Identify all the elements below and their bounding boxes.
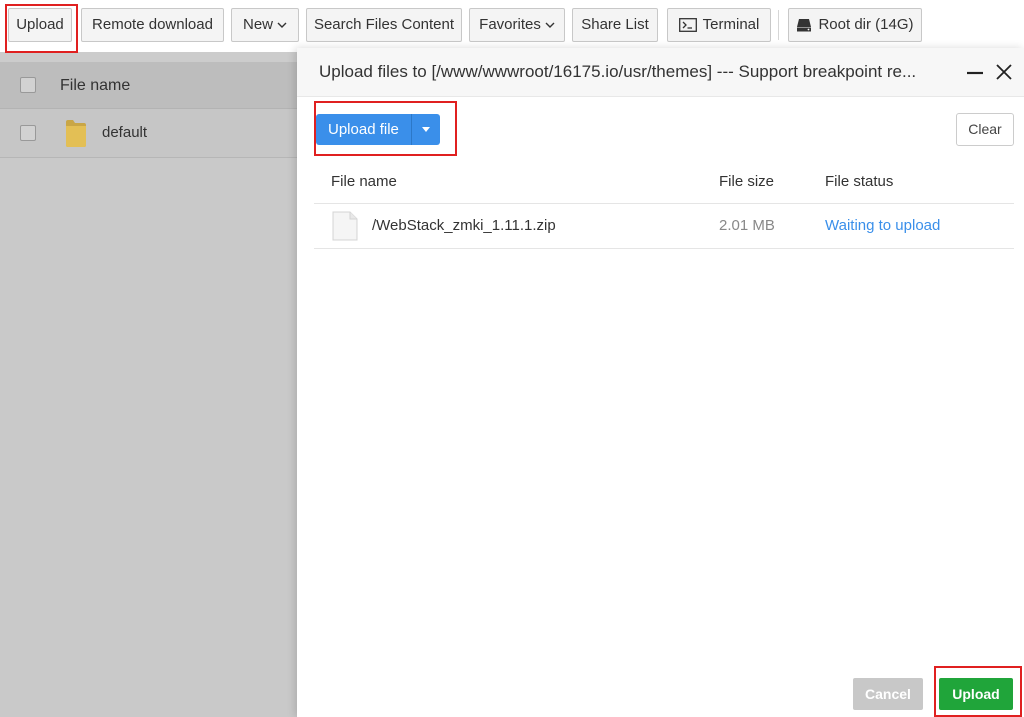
share-list-label: Share List: [581, 16, 649, 33]
terminal-button[interactable]: Terminal: [667, 8, 771, 42]
share-list-button[interactable]: Share List: [572, 8, 658, 42]
upload-file-highlight-box: [314, 101, 457, 156]
chevron-down-icon: [545, 22, 555, 29]
root-dir-label: Root dir (14G): [818, 16, 914, 33]
file-name-column: File name: [331, 173, 397, 190]
toolbar-divider: [778, 10, 779, 40]
terminal-label: Terminal: [702, 16, 760, 33]
clear-label: Clear: [968, 121, 1002, 137]
file-icon: [332, 211, 358, 241]
cancel-label: Cancel: [865, 686, 911, 702]
remote-download-button[interactable]: Remote download: [81, 8, 224, 42]
remote-download-label: Remote download: [92, 16, 213, 33]
search-files-label: Search Files Content: [313, 16, 455, 33]
clear-button[interactable]: Clear: [956, 113, 1014, 146]
file-name: default: [102, 124, 148, 141]
toolbar: Upload Remote download New Search Files …: [0, 0, 1024, 52]
row-checkbox[interactable]: [20, 125, 36, 141]
table-row: /WebStack_zmki_1.11.1.zip 2.01 MB Waitin…: [314, 204, 1014, 249]
dialog-title: Upload files to [/www/wwwroot/16175.io/u…: [319, 62, 917, 81]
file-list: File name default: [0, 62, 300, 717]
favorites-dropdown-button[interactable]: Favorites: [469, 8, 565, 42]
disk-icon: [797, 19, 812, 32]
file-list-header: File name: [0, 62, 300, 109]
search-files-content-button[interactable]: Search Files Content: [306, 8, 462, 42]
chevron-down-icon: [277, 22, 287, 29]
upload-confirm-highlight-box: [934, 666, 1022, 717]
favorites-label: Favorites: [479, 16, 541, 33]
upload-file-size: 2.01 MB: [719, 217, 775, 234]
upload-dialog: Upload files to [/www/wwwroot/16175.io/u…: [297, 48, 1024, 717]
list-item[interactable]: default: [0, 109, 300, 158]
cancel-button[interactable]: Cancel: [853, 678, 923, 710]
file-status-column: File status: [825, 173, 894, 190]
close-icon[interactable]: [994, 62, 1014, 82]
upload-file-status: Waiting to upload: [825, 217, 941, 234]
upload-table-header: File name File size File status: [314, 160, 1014, 204]
file-size-column: File size: [719, 173, 775, 190]
upload-file-name: /WebStack_zmki_1.11.1.zip: [372, 217, 556, 234]
select-all-checkbox[interactable]: [20, 77, 36, 93]
minimize-icon[interactable]: [965, 62, 985, 82]
file-name-column-header: File name: [60, 77, 131, 94]
new-dropdown-button[interactable]: New: [231, 8, 299, 42]
dialog-title-bar: Upload files to [/www/wwwroot/16175.io/u…: [297, 48, 1024, 97]
terminal-icon: [678, 18, 697, 32]
new-label: New: [242, 16, 273, 33]
upload-highlight-box: [5, 4, 78, 53]
folder-icon: [66, 120, 86, 147]
root-dir-button[interactable]: Root dir (14G): [788, 8, 922, 42]
